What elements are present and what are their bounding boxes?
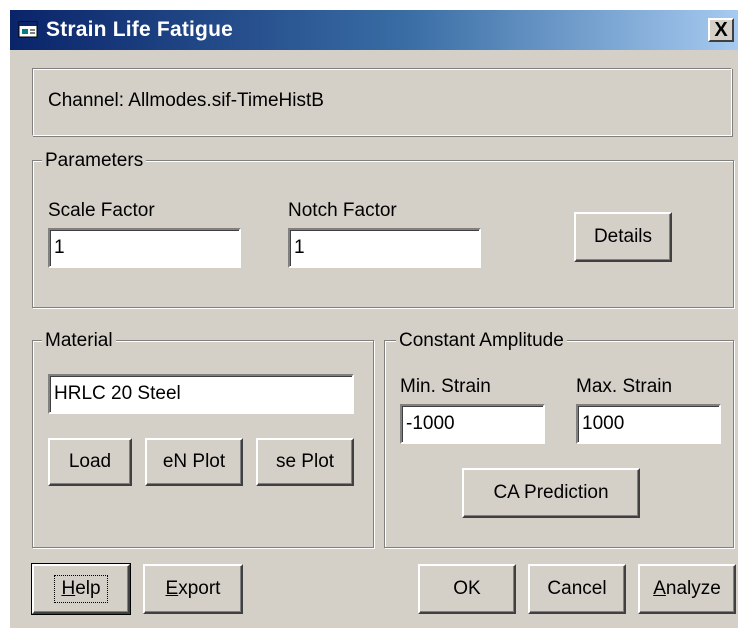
help-label: elp xyxy=(75,578,101,599)
min-strain-input[interactable] xyxy=(400,404,545,444)
constant-amplitude-legend: Constant Amplitude xyxy=(396,330,567,352)
cancel-button[interactable]: Cancel xyxy=(528,564,626,614)
help-button[interactable]: Help xyxy=(31,563,131,615)
strain-life-fatigue-dialog: Strain Life Fatigue X Channel: Allmodes.… xyxy=(8,8,738,628)
min-strain-label: Min. Strain xyxy=(400,376,491,397)
notch-factor-label: Notch Factor xyxy=(288,200,397,221)
analyze-label: nalyze xyxy=(665,578,721,599)
window-title: Strain Life Fatigue xyxy=(46,18,233,41)
details-button[interactable]: Details xyxy=(574,212,672,262)
notch-factor-input[interactable] xyxy=(288,228,481,268)
scale-factor-label: Scale Factor xyxy=(48,200,155,221)
analyze-button[interactable]: Analyze xyxy=(638,564,736,614)
se-plot-button[interactable]: se Plot xyxy=(256,438,354,486)
material-legend: Material xyxy=(42,330,116,352)
ca-prediction-button[interactable]: CA Prediction xyxy=(462,468,640,518)
title-bar[interactable]: Strain Life Fatigue X xyxy=(10,10,738,50)
en-plot-button[interactable]: eN Plot xyxy=(145,438,243,486)
export-accel-key: E xyxy=(165,578,179,599)
max-strain-label: Max. Strain xyxy=(576,376,673,397)
parameters-legend: Parameters xyxy=(42,150,147,172)
ok-button[interactable]: OK xyxy=(418,564,516,614)
help-accel-key: H xyxy=(61,578,76,599)
scale-factor-input[interactable] xyxy=(48,228,241,268)
app-window-icon xyxy=(18,21,38,38)
analyze-accel-key: A xyxy=(653,578,666,599)
material-name-input[interactable] xyxy=(48,374,354,414)
help-focus-rect: Help xyxy=(54,575,108,603)
close-button[interactable]: X xyxy=(708,18,734,42)
max-strain-input[interactable] xyxy=(576,404,721,444)
export-button[interactable]: Export xyxy=(143,564,243,614)
load-button[interactable]: Load xyxy=(48,438,132,486)
export-label: xport xyxy=(178,578,221,599)
channel-label: Channel: Allmodes.sif-TimeHistB xyxy=(48,90,324,111)
